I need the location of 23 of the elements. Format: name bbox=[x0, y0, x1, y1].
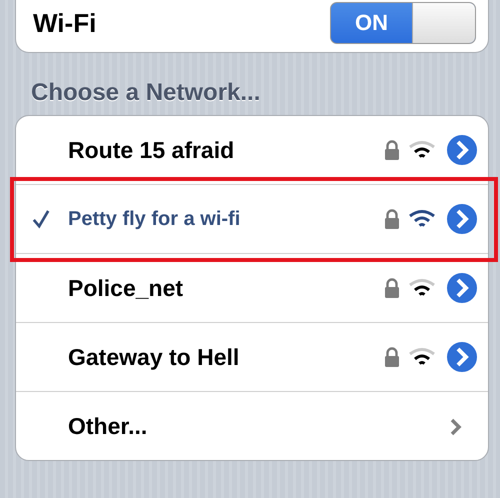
network-row[interactable]: Police_net bbox=[16, 254, 488, 323]
other-network-row[interactable]: Other... bbox=[16, 392, 488, 461]
detail-disclosure-button[interactable] bbox=[444, 132, 480, 168]
network-row[interactable]: Petty fly for a wi-fi bbox=[16, 185, 488, 254]
wifi-signal-icon bbox=[408, 209, 436, 229]
network-row[interactable]: Gateway to Hell bbox=[16, 323, 488, 392]
wifi-signal-icon bbox=[408, 140, 436, 160]
network-name: Route 15 afraid bbox=[68, 136, 236, 164]
wifi-signal-icon bbox=[408, 347, 436, 367]
wifi-toggle[interactable]: ON bbox=[330, 2, 476, 44]
checkmark-icon bbox=[32, 209, 50, 229]
detail-disclosure-button[interactable] bbox=[444, 270, 480, 306]
detail-disclosure-button[interactable] bbox=[444, 201, 480, 237]
wifi-signal-icon bbox=[408, 278, 436, 298]
network-name: Petty fly for a wi-fi bbox=[68, 208, 242, 230]
network-name: Gateway to Hell bbox=[68, 344, 240, 370]
other-label: Other... bbox=[68, 413, 148, 440]
section-header: Choose a Network... bbox=[30, 78, 262, 108]
network-name: Police_net bbox=[68, 274, 184, 302]
detail-disclosure-button[interactable] bbox=[444, 339, 480, 375]
network-row[interactable]: Route 15 afraid bbox=[16, 116, 488, 185]
wifi-label: Wi-Fi bbox=[33, 8, 96, 38]
chevron-icon bbox=[450, 418, 462, 436]
